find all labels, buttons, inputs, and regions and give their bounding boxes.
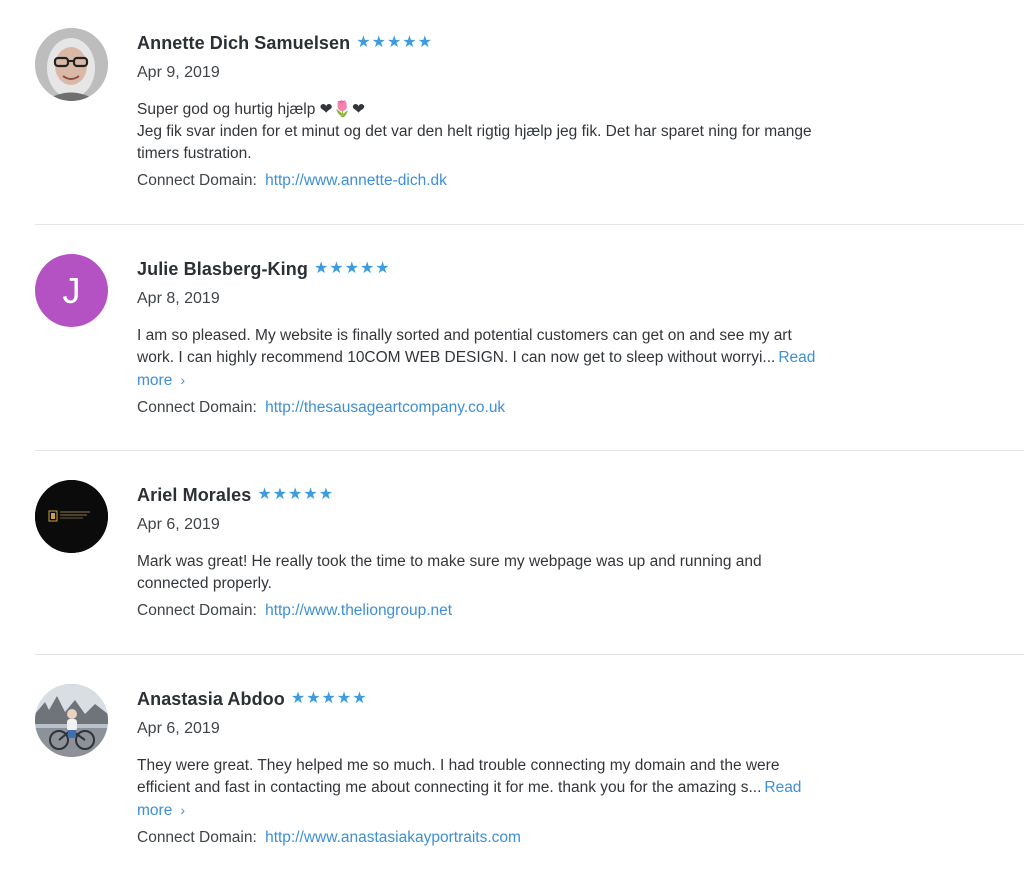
star-icon: ★ [352,690,367,707]
avatar-photo-icon [35,28,108,101]
avatar [35,480,108,553]
review-text: Super god og hurtig hjælp ❤🌷❤ Jeg fik sv… [137,101,812,162]
star-icon: ★ [321,690,336,707]
chevron-right-icon: › [180,802,185,818]
company-logo-icon [35,480,108,553]
name-row: Annette Dich Samuelsen ★ ★ ★ ★ ★ [137,32,827,54]
star-icon: ★ [329,260,344,277]
connect-domain-label: Connect Domain: [137,602,257,619]
review-text: Mark was great! He really took the time … [137,553,762,592]
review-item: Anastasia Abdoo ★ ★ ★ ★ ★ Apr 6, 2019 Th… [0,656,1024,877]
rating-stars: ★ ★ ★ ★ ★ [314,261,390,277]
rating-stars: ★ ★ ★ ★ ★ [356,35,432,51]
star-icon: ★ [318,486,334,503]
review-content: Anastasia Abdoo ★ ★ ★ ★ ★ Apr 6, 2019 Th… [137,688,827,847]
review-date: Apr 6, 2019 [137,516,220,533]
star-icon: ★ [303,486,318,503]
connect-domain-label: Connect Domain: [137,172,257,189]
star-icon: ★ [402,34,417,51]
star-icon: ★ [288,486,303,503]
star-icon: ★ [371,34,386,51]
divider [35,450,1024,451]
chevron-right-icon: › [180,372,185,388]
review-content: Julie Blasberg-King ★ ★ ★ ★ ★ Apr 8, 201… [137,258,827,417]
rating-stars: ★ ★ ★ ★ ★ [291,691,367,707]
avatar [35,28,108,101]
connect-domain-row: Connect Domain: http://thesausageartcomp… [137,399,827,417]
name-row: Ariel Morales ★ ★ ★ ★ ★ [137,484,827,506]
star-icon: ★ [375,260,390,277]
review-item: Annette Dich Samuelsen ★ ★ ★ ★ ★ Apr 9, … [0,0,1024,225]
star-icon: ★ [359,260,375,277]
domain-link[interactable]: http://thesausageartcompany.co.uk [265,399,505,416]
avatar: J [35,254,108,327]
name-row: Julie Blasberg-King ★ ★ ★ ★ ★ [137,258,827,280]
review-content: Annette Dich Samuelsen ★ ★ ★ ★ ★ Apr 9, … [137,32,827,190]
star-icon: ★ [257,486,272,503]
domain-link[interactable]: http://www.anastasiakayportraits.com [265,829,521,846]
review-date: Apr 9, 2019 [137,64,220,81]
divider [35,654,1024,655]
reviewer-name: Ariel Morales [137,484,252,505]
star-icon: ★ [336,690,352,707]
review-list: Annette Dich Samuelsen ★ ★ ★ ★ ★ Apr 9, … [0,0,1024,877]
review-item: Ariel Morales ★ ★ ★ ★ ★ Apr 6, 2019 Mark… [0,452,1024,655]
review-date: Apr 8, 2019 [137,290,220,307]
star-icon: ★ [417,34,432,51]
connect-domain-label: Connect Domain: [137,399,257,416]
review-item: J Julie Blasberg-King ★ ★ ★ ★ ★ Apr 8, 2… [0,226,1024,451]
review-text: They were great. They helped me so much.… [137,755,817,822]
domain-link[interactable]: http://www.theliongroup.net [265,602,452,619]
name-row: Anastasia Abdoo ★ ★ ★ ★ ★ [137,688,827,710]
avatar-letter: J [62,269,81,311]
avatar-photo-icon [35,684,108,757]
connect-domain-row: Connect Domain: http://www.annette-dich.… [137,172,827,190]
review-content: Ariel Morales ★ ★ ★ ★ ★ Apr 6, 2019 Mark… [137,484,827,620]
connect-domain-row: Connect Domain: http://www.theliongroup.… [137,602,827,620]
review-text-body: I am so pleased. My website is finally s… [137,327,792,366]
review-text-body: They were great. They helped me so much.… [137,757,780,796]
star-icon: ★ [356,34,371,51]
domain-link[interactable]: http://www.annette-dich.dk [265,172,447,189]
reviewer-name: Annette Dich Samuelsen [137,32,351,53]
reviewer-name: Julie Blasberg-King [137,258,308,279]
star-icon: ★ [306,690,321,707]
star-icon: ★ [272,486,288,503]
star-icon: ★ [386,34,402,51]
review-text: I am so pleased. My website is finally s… [137,325,817,392]
star-icon: ★ [344,260,359,277]
star-icon: ★ [290,690,306,707]
star-icon: ★ [313,260,329,277]
reviewer-name: Anastasia Abdoo [137,688,285,709]
connect-domain-row: Connect Domain: http://www.anastasiakayp… [137,829,827,847]
divider [35,224,1024,225]
connect-domain-label: Connect Domain: [137,829,257,846]
rating-stars: ★ ★ ★ ★ ★ [257,487,333,503]
review-date: Apr 6, 2019 [137,720,220,737]
avatar [35,684,108,757]
